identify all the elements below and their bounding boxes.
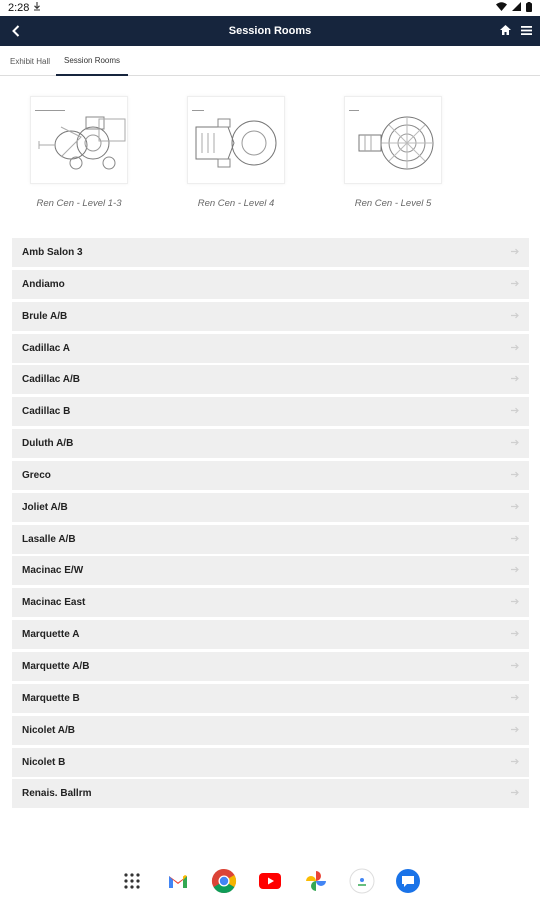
- arrow-right-icon: [511, 374, 519, 385]
- room-label: Amb Salon 3: [22, 247, 83, 258]
- arrow-right-icon: [511, 406, 519, 417]
- youtube-icon[interactable]: [256, 867, 284, 895]
- arrow-right-icon: [511, 629, 519, 640]
- arrow-right-icon: [511, 597, 519, 608]
- arrow-right-icon: [511, 565, 519, 576]
- menu-icon[interactable]: [521, 22, 532, 40]
- room-list: Amb Salon 3 Andiamo Brule A/B Cadillac A Cad…: [12, 238, 529, 811]
- tab-bar: Exhibit Hall Session Rooms: [0, 46, 540, 76]
- list-item[interactable]: Brule A/B: [12, 301, 529, 331]
- room-label: Nicolet A/B: [22, 724, 75, 736]
- room-label: Greco: [22, 469, 51, 481]
- tab-exhibit-hall[interactable]: Exhibit Hall: [4, 46, 56, 76]
- room-label: Lasalle A/B: [22, 533, 76, 545]
- list-item[interactable]: Cadillac A: [12, 333, 529, 363]
- floor-map-image[interactable]: [30, 96, 128, 184]
- arrow-right-icon: [511, 725, 519, 736]
- room-label: Joliet A/B: [22, 501, 68, 513]
- map-card-level-4[interactable]: Ren Cen - Level 4: [187, 96, 285, 216]
- status-time: 2:28: [8, 2, 30, 14]
- room-label: Marquette A/B: [22, 660, 90, 672]
- room-label: Brule A/B: [22, 310, 68, 322]
- list-item[interactable]: Marquette B: [12, 683, 529, 713]
- apps-grid-icon[interactable]: [118, 867, 146, 895]
- room-label: Marquette A: [22, 629, 80, 641]
- map-caption: Ren Cen - Level 1-3: [36, 198, 122, 209]
- list-item[interactable]: Macinac E/W: [12, 556, 529, 586]
- app-bar: Session Rooms: [0, 16, 540, 46]
- list-item[interactable]: Greco: [12, 460, 529, 490]
- list-item[interactable]: Andiamo: [12, 269, 529, 299]
- signal-icon: [512, 2, 521, 14]
- list-item[interactable]: Cadillac B: [12, 397, 529, 427]
- arrow-right-icon: [511, 534, 519, 545]
- arrow-right-icon: [511, 438, 519, 449]
- page-title: Session Rooms: [228, 25, 312, 37]
- assistant-icon[interactable]: [348, 867, 376, 895]
- map-caption: Ren Cen - Level 5: [354, 198, 432, 209]
- list-item[interactable]: Lasalle A/B: [12, 524, 529, 554]
- back-button[interactable]: [6, 21, 26, 41]
- arrow-right-icon: [511, 693, 519, 704]
- photos-icon[interactable]: [302, 867, 330, 895]
- arrow-right-icon: [511, 788, 519, 799]
- arrow-right-icon: [511, 502, 519, 513]
- room-label: Andiamo: [22, 278, 65, 290]
- tab-session-rooms[interactable]: Session Rooms: [56, 46, 129, 76]
- arrow-right-icon: [511, 757, 519, 768]
- room-label: Cadillac A: [22, 342, 70, 354]
- chrome-icon[interactable]: [210, 867, 238, 895]
- arrow-right-icon: [511, 661, 519, 672]
- room-label: Nicolet B: [22, 756, 66, 768]
- arrow-right-icon: [511, 247, 519, 258]
- arrow-right-icon: [511, 343, 519, 354]
- list-item[interactable]: Nicolet B: [12, 747, 529, 777]
- download-icon: [33, 2, 41, 14]
- floor-map-image[interactable]: [344, 96, 442, 184]
- list-item[interactable]: Joliet A/B: [12, 492, 529, 522]
- list-item[interactable]: Marquette A/B: [12, 651, 529, 681]
- map-card-level-5[interactable]: Ren Cen - Level 5: [344, 96, 442, 216]
- list-item[interactable]: Macinac East: [12, 588, 529, 618]
- arrow-right-icon: [511, 311, 519, 322]
- list-item[interactable]: Amb Salon 3: [12, 238, 529, 267]
- list-item[interactable]: Duluth A/B: [12, 429, 529, 459]
- gmail-icon[interactable]: [164, 867, 192, 895]
- messages-icon[interactable]: [394, 867, 422, 895]
- room-label: Macinac E/W: [22, 565, 84, 577]
- room-label: Cadillac B: [22, 406, 71, 418]
- floor-map-image[interactable]: [187, 96, 285, 184]
- map-caption: Ren Cen - Level 4: [197, 198, 275, 209]
- list-item[interactable]: Renais. Ballrm: [12, 779, 529, 809]
- home-icon[interactable]: [500, 22, 511, 40]
- list-item[interactable]: Cadillac A/B: [12, 365, 529, 395]
- room-label: Marquette B: [22, 692, 80, 704]
- map-card-level-1-3[interactable]: Ren Cen - Level 1-3: [30, 96, 128, 216]
- status-bar: 2:28: [0, 0, 540, 16]
- list-item[interactable]: Marquette A: [12, 620, 529, 650]
- wifi-icon: [496, 2, 507, 14]
- room-label: Duluth A/B: [22, 438, 74, 450]
- room-label: Cadillac A/B: [22, 374, 80, 386]
- room-label: Macinac East: [22, 597, 86, 609]
- room-label: Renais. Ballrm: [22, 788, 92, 800]
- map-gallery: Ren Cen - Level 1-3 Ren Cen - Level 4 Re…: [30, 96, 510, 216]
- battery-icon: [526, 1, 532, 15]
- arrow-right-icon: [511, 470, 519, 481]
- arrow-right-icon: [511, 279, 519, 290]
- chevron-left-icon: [12, 25, 20, 37]
- list-item[interactable]: Nicolet A/B: [12, 715, 529, 745]
- app-dock: [0, 864, 540, 898]
